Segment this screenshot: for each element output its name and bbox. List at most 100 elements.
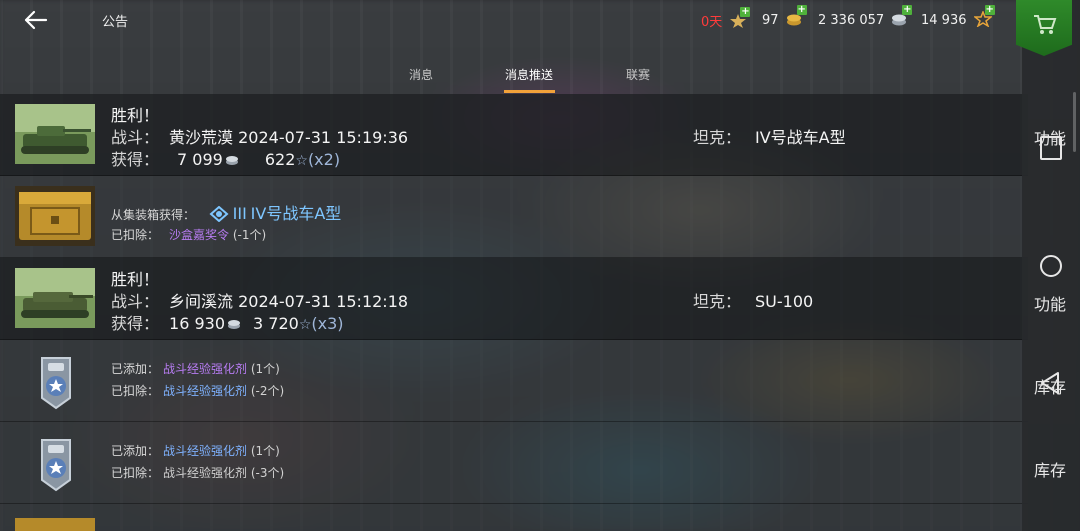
list-item[interactable]: 已添加： 战斗经验强化剂 (1个) 已扣除： 战斗经验强化剂 (-2个): [0, 340, 1028, 422]
added-label: 已添加：: [111, 444, 160, 458]
tank-info: 坦克： SU-100: [693, 288, 813, 312]
back-triangle-icon[interactable]: [1038, 370, 1062, 396]
cart-icon: [1034, 15, 1057, 34]
container-deducted-info: 已扣除： 沙盒嘉奖令 (-1个): [111, 226, 266, 243]
gold-counter[interactable]: 97 +: [762, 5, 807, 28]
booster-icon: [36, 354, 76, 410]
message-list[interactable]: 胜利！ 战斗： 黄沙荒漠 2024-07-31 15:19:36 获得： 7 099…: [0, 94, 1028, 531]
added-item: 战斗经验强化剂: [163, 362, 248, 376]
xp-star-icon: ☆: [298, 317, 312, 333]
star-icon: +: [972, 5, 995, 28]
add-icon: +: [902, 4, 913, 15]
deducted-count: (-3个): [250, 466, 285, 480]
battle-map: 乡间溪流: [169, 292, 234, 311]
list-item[interactable]: [0, 504, 1028, 531]
tab-messages[interactable]: 消息: [409, 66, 433, 83]
free-xp-counter[interactable]: 14 936 +: [921, 5, 995, 28]
booster-icon: [36, 436, 76, 492]
deducted-item: 战斗经验强化剂: [163, 384, 248, 398]
earned-info: 获得： 7 099 622☆(x2): [111, 146, 340, 170]
container-got-info: 从集装箱获得： III IV号战车A型: [111, 200, 341, 224]
deducted-item: 战斗经验强化剂: [163, 466, 248, 480]
xp-multiplier: (x2): [307, 150, 341, 169]
earned-xp: 3 720: [253, 314, 299, 333]
tab-bar: 消息 消息推送 联赛: [0, 62, 1080, 96]
silver-coins-icon: +: [891, 5, 913, 27]
list-scrollbar[interactable]: [1073, 92, 1076, 152]
earned-label: 获得：: [111, 314, 160, 333]
booster-added-info: 已添加： 战斗经验强化剂 (1个): [111, 360, 280, 377]
battle-label: 战斗：: [111, 292, 160, 311]
battle-info: 战斗： 黄沙荒漠 2024-07-31 15:19:36: [111, 124, 408, 148]
result-title: 胜利！: [111, 106, 160, 125]
silver-coins-icon: [228, 320, 240, 329]
free-xp-value: 14 936: [921, 13, 967, 28]
xp-star-icon: ☆: [295, 153, 308, 169]
booster-added-info: 已添加： 战斗经验强化剂 (1个): [111, 442, 280, 459]
earned-label: 获得：: [111, 150, 160, 169]
battle-label: 战斗：: [111, 128, 160, 147]
side-nav-function-2[interactable]: 功能: [1034, 291, 1066, 315]
deducted-item: 沙盒嘉奖令: [169, 228, 230, 242]
deducted-count: (-1个): [232, 228, 267, 242]
back-button[interactable]: [22, 8, 50, 32]
added-count: (1个): [250, 362, 280, 376]
tank-tier: III: [232, 204, 247, 223]
page-title: 公告: [102, 15, 129, 30]
battle-time: 2024-07-31 15:12:18: [238, 292, 409, 311]
active-tab-indicator: [504, 90, 555, 93]
add-icon: +: [740, 6, 751, 17]
side-nav-inventory-2[interactable]: 库存: [1034, 457, 1066, 481]
list-item[interactable]: 从集装箱获得： III IV号战车A型 已扣除： 沙盒嘉奖令 (-1个): [0, 176, 1028, 258]
container-tank-name: IV号战车A型: [250, 204, 342, 223]
container-thumbnail: [15, 186, 95, 246]
list-item[interactable]: 胜利！ 战斗： 黄沙荒漠 2024-07-31 15:19:36 获得： 7 099…: [0, 94, 1028, 176]
premium-icon: +: [729, 7, 751, 29]
booster-deducted-info: 已扣除： 战斗经验强化剂 (-2个): [111, 382, 284, 399]
add-icon: +: [796, 4, 807, 15]
arrow-left-icon: [24, 10, 48, 30]
tank-info: 坦克： IV号战车A型: [693, 124, 846, 148]
tank-name: SU-100: [755, 292, 814, 311]
list-item[interactable]: 已添加： 战斗经验强化剂 (1个) 已扣除： 战斗经验强化剂 (-3个): [0, 422, 1028, 504]
tank-thumbnail: [15, 104, 95, 164]
container-thumbnail: [15, 518, 95, 531]
gold-coins-icon: +: [786, 5, 807, 27]
shop-button[interactable]: [1016, 0, 1072, 56]
silver-value: 2 336 057: [818, 13, 885, 28]
battle-map: 黄沙荒漠: [169, 128, 234, 147]
added-count: (1个): [250, 444, 280, 458]
got-label: 从集装箱获得：: [111, 208, 196, 222]
deducted-count: (-2个): [250, 384, 285, 398]
silver-counter[interactable]: 2 336 057 +: [818, 5, 913, 28]
deducted-label: 已扣除：: [111, 228, 160, 242]
earned-xp: 622: [264, 150, 296, 169]
tank-thumbnail: [15, 268, 95, 328]
tab-push-messages[interactable]: 消息推送: [505, 66, 553, 83]
add-icon: +: [984, 4, 995, 15]
tank-label: 坦克：: [693, 292, 742, 311]
premium-days-value: 0天: [701, 15, 723, 30]
deducted-label: 已扣除：: [111, 466, 160, 480]
gold-value: 97: [762, 13, 779, 28]
tier-badge-icon: [209, 205, 229, 223]
added-label: 已添加：: [111, 362, 160, 376]
result-title: 胜利！: [111, 270, 160, 289]
tab-league[interactable]: 联赛: [626, 66, 650, 83]
list-item[interactable]: 胜利！ 战斗： 乡间溪流 2024-07-31 15:12:18 获得： 16 93…: [0, 258, 1028, 340]
silver-coins-icon: [225, 156, 238, 165]
battle-time: 2024-07-31 15:19:36: [238, 128, 409, 147]
deducted-label: 已扣除：: [111, 384, 160, 398]
tank-label: 坦克：: [693, 128, 742, 147]
home-circle-icon[interactable]: [1040, 255, 1062, 277]
battle-info: 战斗： 乡间溪流 2024-07-31 15:12:18: [111, 288, 408, 312]
earned-silver: 7 099: [177, 150, 223, 169]
square-nav-icon[interactable]: [1040, 136, 1062, 160]
added-item: 战斗经验强化剂: [163, 444, 248, 458]
earned-info: 获得： 16 930 3 720☆(x3): [111, 310, 344, 334]
booster-deducted-info: 已扣除： 战斗经验强化剂 (-3个): [111, 464, 284, 481]
earned-silver: 16 930: [169, 314, 225, 333]
tank-name: IV号战车A型: [755, 128, 846, 147]
xp-multiplier: (x3): [311, 314, 344, 333]
premium-days-counter[interactable]: 0天 +: [701, 7, 751, 30]
